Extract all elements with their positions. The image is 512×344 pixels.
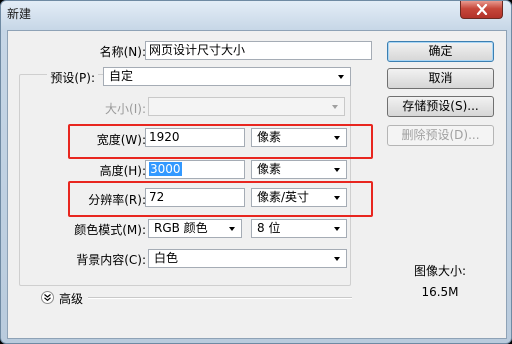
close-icon <box>476 4 488 15</box>
new-document-dialog: 新建 名称(N): 网页设计尺寸大小 预设(P): 自定 大小(I): 宽度(W… <box>0 0 512 344</box>
background-select[interactable]: 白色 <box>148 249 347 268</box>
chevron-down-icon <box>332 105 338 109</box>
dialog-body: 名称(N): 网页设计尺寸大小 预设(P): 自定 大小(I): 宽度(W): … <box>7 30 507 339</box>
resolution-unit-select[interactable]: 像素/英寸 <box>251 188 347 207</box>
size-select <box>148 97 345 116</box>
advanced-toggle[interactable] <box>41 291 54 304</box>
save-preset-button[interactable]: 存储预设(S)... <box>387 96 494 117</box>
chevron-down-icon <box>334 257 340 261</box>
color-mode-select[interactable]: RGB 颜色 <box>148 219 242 238</box>
height-value: 3000 <box>149 162 182 176</box>
cancel-button[interactable]: 取消 <box>387 68 494 89</box>
chevron-down-icon <box>334 227 340 231</box>
height-label: 高度(H): <box>99 164 146 178</box>
name-label: 名称(N): <box>99 45 146 59</box>
ok-button[interactable]: 确定 <box>387 41 494 62</box>
background-value: 白色 <box>154 251 179 265</box>
size-label: 大小(I): <box>105 102 146 116</box>
bit-depth-select[interactable]: 8 位 <box>251 219 347 238</box>
resolution-label: 分辨率(R): <box>88 193 146 207</box>
height-unit-value: 像素 <box>257 162 282 176</box>
bit-depth-value: 8 位 <box>257 221 281 235</box>
preset-label: 预设(P): <box>47 69 98 86</box>
name-input[interactable]: 网页设计尺寸大小 <box>145 41 372 60</box>
chevron-down-icon <box>229 227 235 231</box>
width-unit-value: 像素 <box>257 130 282 144</box>
title-bar[interactable]: 新建 <box>1 1 511 27</box>
width-input[interactable]: 1920 <box>145 128 245 147</box>
chevron-down-icon <box>334 168 340 172</box>
delete-preset-button: 删除预设(D)... <box>387 125 494 146</box>
width-unit-select[interactable]: 像素 <box>251 128 347 147</box>
color-mode-label: 颜色模式(M): <box>74 223 146 237</box>
expand-advanced-icon <box>44 294 51 302</box>
chevron-down-icon <box>334 136 340 140</box>
chevron-down-icon <box>334 196 340 200</box>
resolution-unit-value: 像素/英寸 <box>257 190 310 204</box>
width-label: 宽度(W): <box>96 133 146 147</box>
window-title: 新建 <box>7 7 32 21</box>
close-button[interactable] <box>460 1 503 19</box>
color-mode-value: RGB 颜色 <box>154 221 208 235</box>
height-unit-select[interactable]: 像素 <box>251 160 347 179</box>
chevron-down-icon <box>338 75 344 79</box>
preset-select[interactable]: 自定 <box>103 67 351 86</box>
height-input[interactable]: 3000 <box>145 160 245 179</box>
advanced-label[interactable]: 高级 <box>59 290 83 307</box>
preset-value: 自定 <box>109 69 134 83</box>
resolution-input[interactable]: 72 <box>145 188 245 207</box>
image-size-value: 16.5M <box>421 285 459 299</box>
advanced-divider <box>88 297 352 299</box>
image-size-label: 图像大小: <box>413 264 467 278</box>
background-label: 背景内容(C): <box>76 253 146 267</box>
